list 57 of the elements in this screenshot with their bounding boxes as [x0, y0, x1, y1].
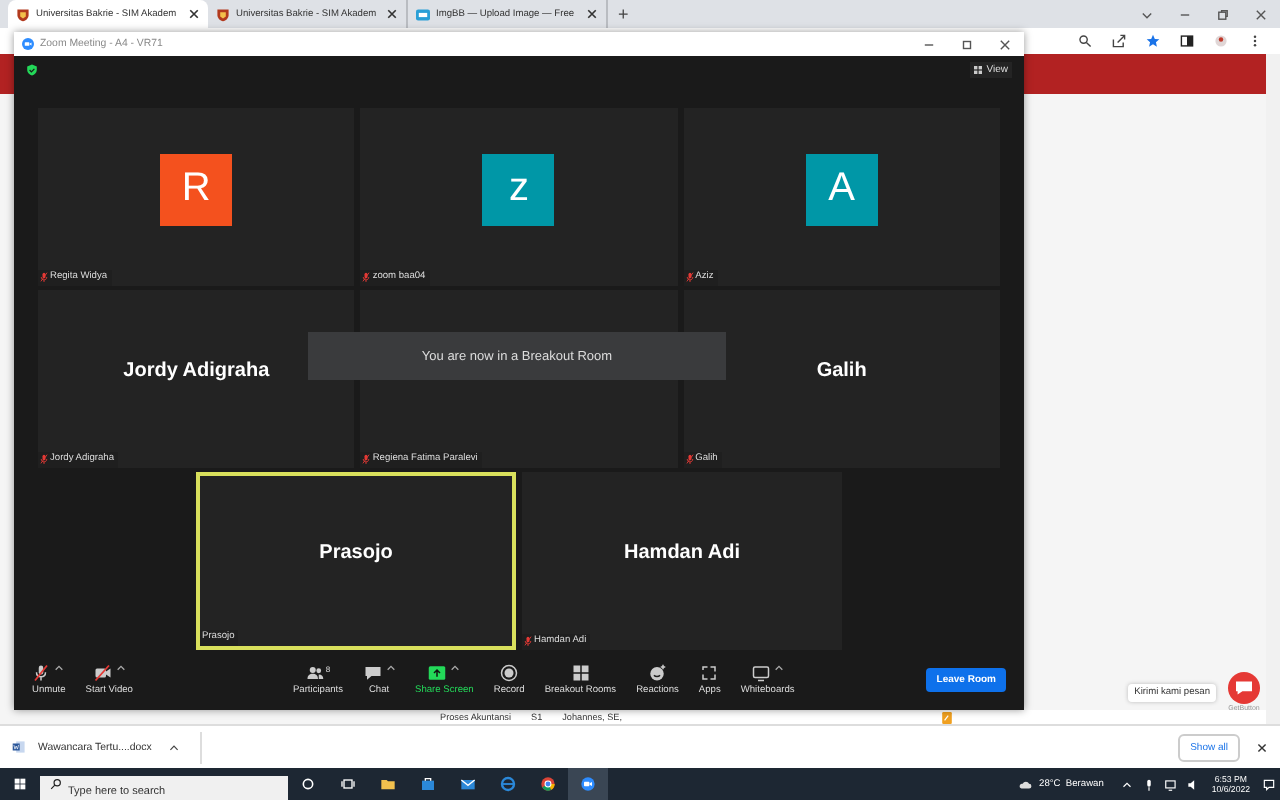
participant-name: Prasojo [319, 542, 393, 564]
apps-icon [700, 664, 719, 682]
caret-icon[interactable] [1119, 777, 1134, 791]
caret-icon[interactable] [167, 741, 180, 753]
caret-icon[interactable] [773, 664, 784, 672]
close-icon[interactable] [1254, 7, 1268, 21]
star-icon[interactable] [1146, 34, 1160, 48]
grid-icon [571, 664, 590, 682]
chat-icon [363, 664, 382, 682]
close-icon[interactable] [386, 8, 398, 20]
caret-icon[interactable] [450, 664, 461, 672]
caret-icon[interactable] [54, 664, 65, 672]
restore-icon[interactable] [1216, 7, 1230, 21]
chat-button[interactable] [1228, 672, 1260, 704]
video-off-icon [93, 664, 112, 682]
participant-name: Hamdan Adi [624, 542, 740, 564]
cloud-icon[interactable] [1017, 777, 1032, 791]
caret-icon[interactable] [385, 664, 396, 672]
video-app-icon[interactable] [568, 767, 608, 800]
avatar-initial: R [160, 153, 233, 225]
avatar-initial: z [482, 153, 555, 225]
microphone-icon[interactable] [1141, 777, 1156, 791]
search-icon [50, 778, 62, 790]
share-icon[interactable] [1112, 34, 1126, 48]
participant-name: Galih [816, 360, 867, 382]
profile-icon[interactable] [1214, 34, 1228, 48]
shield-check-icon[interactable] [26, 64, 38, 76]
search-icon[interactable] [1078, 34, 1092, 48]
shield-icon [16, 7, 30, 21]
grid-icon [974, 66, 983, 74]
notification-icon[interactable] [1262, 777, 1276, 791]
chevron-icon[interactable] [1140, 7, 1154, 21]
scrollbar[interactable] [1266, 54, 1280, 724]
close-icon[interactable] [188, 8, 200, 20]
close-icon[interactable] [998, 37, 1012, 51]
maximize-icon[interactable] [960, 37, 974, 51]
record-icon [500, 664, 519, 682]
network-icon[interactable] [1163, 777, 1178, 791]
new-tab-button[interactable]: + [618, 4, 629, 24]
close-icon[interactable] [1256, 741, 1268, 753]
camera-logo-icon [22, 38, 34, 50]
document-icon [12, 740, 26, 754]
menu-icon[interactable] [1248, 34, 1262, 48]
people-icon [305, 664, 324, 682]
edit-icon[interactable] [942, 711, 953, 723]
avatar-initial: A [805, 153, 878, 225]
share-screen-icon [428, 664, 447, 682]
shield-icon [216, 7, 230, 21]
image-host-icon [416, 7, 430, 21]
participant-name: Jordy Adigraha [123, 360, 270, 382]
close-icon[interactable] [586, 8, 598, 20]
monitor-icon [751, 664, 770, 682]
smiley-icon [648, 664, 667, 682]
caret-icon[interactable] [115, 664, 126, 672]
muted-mic-icon [32, 664, 51, 682]
volume-icon[interactable] [1185, 777, 1200, 791]
sidebar-icon[interactable] [1180, 34, 1194, 48]
